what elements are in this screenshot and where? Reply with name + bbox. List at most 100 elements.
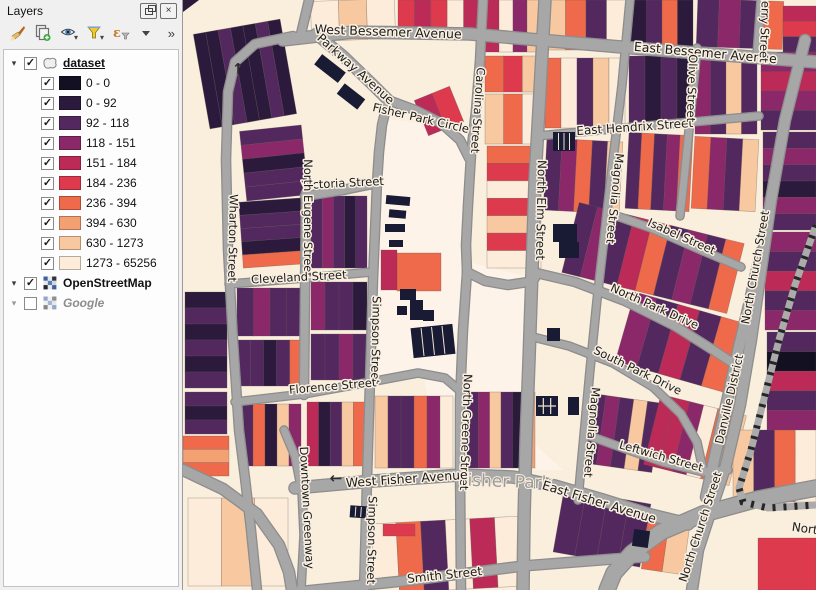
parcel [489,391,502,469]
filter-legend-button[interactable]: ▾ [86,24,104,42]
parcel [741,57,758,135]
layer-tree[interactable]: ▾ ✓ dataset ✓ 0 - 0 ✓ 0 - 92 ✓ 92 - 118 ✓ 118 - 15… [3,49,179,587]
parcel [352,281,368,331]
layers-toolbar: ▾ ▾ ε » [0,20,182,48]
class-checkbox[interactable]: ✓ [41,256,54,270]
class-label: 0 - 92 [86,96,117,110]
parcel [264,403,278,467]
parcel [249,339,264,387]
options-caret-button[interactable] [138,24,156,42]
legend-class-row[interactable]: ✓ 92 - 118 [4,113,178,133]
class-checkbox[interactable]: ✓ [41,116,54,130]
class-color-swatch[interactable] [59,116,81,130]
parcel-block [374,395,454,469]
legend-class-row[interactable]: ✓ 394 - 630 [4,213,178,233]
class-checkbox[interactable]: ✓ [41,136,54,150]
parcel [276,339,291,387]
legend-class-row[interactable]: ✓ 630 - 1273 [4,233,178,253]
building [547,328,560,341]
class-label: 151 - 184 [86,156,137,170]
dropdown-caret-icon: ▾ [100,33,105,42]
parcel [324,281,340,331]
class-color-swatch[interactable] [59,96,81,110]
class-color-swatch[interactable] [59,216,81,230]
parcel-block [544,57,626,129]
class-label: 0 - 0 [86,76,111,90]
add-group-button[interactable] [34,24,52,42]
filter-by-expression-button[interactable]: ε [112,24,130,42]
parcel [628,55,646,129]
parcel-block [310,195,368,269]
legend-class-row[interactable]: ✓ 1273 - 65256 [4,253,178,273]
parcel [439,395,454,469]
class-checkbox[interactable]: ✓ [41,236,54,250]
legend-class-row[interactable]: ✓ 0 - 92 [4,93,178,113]
parcel [338,281,354,331]
parcel-block [236,339,304,387]
legend-class-row[interactable]: ✓ 151 - 184 [4,153,178,173]
parcel-block [484,55,542,93]
manage-map-themes-button[interactable]: ▾ [60,24,78,42]
parcel [321,195,334,269]
layers-panel: Layers × ▾ ▾ ε » ▾ ✓ dataset ✓ 0 - 0 ✓ 0 - 92 ✓ 92 … [0,0,183,590]
legend-class-row[interactable]: ✓ 236 - 394 [4,193,178,213]
map-canvas[interactable]: Fisher ParkWest Bessemer AvenueEast Bess… [183,0,816,590]
building [397,306,407,315]
building [568,397,579,415]
class-color-swatch[interactable] [59,136,81,150]
layer-row-openstreetmap[interactable]: ▾ ✓ OpenStreetMap [4,273,178,293]
parcel-block [310,281,368,331]
street-label-north-elm-street-11: North Elm Street [533,160,549,261]
parcel [341,401,354,467]
parcel [253,287,271,337]
expand-collapse-icon[interactable]: ▾ [9,58,19,69]
class-color-swatch[interactable] [59,176,81,190]
close-panel-button[interactable]: × [160,3,177,19]
class-checkbox[interactable]: ✓ [41,176,54,190]
layer-name[interactable]: Google [63,296,104,310]
layer-checkbox-openstreetmap[interactable]: ✓ [24,276,37,290]
parcel [184,419,228,435]
svg-text:ε: ε [113,26,121,41]
legend-class-row[interactable]: ✓ 184 - 236 [4,173,178,193]
layer-checkbox-google[interactable] [24,296,37,310]
parcel [576,57,594,129]
layer-name[interactable]: OpenStreetMap [63,276,152,290]
class-color-swatch[interactable] [59,256,81,270]
restore-icon [144,4,156,15]
class-color-swatch[interactable] [59,236,81,250]
parcel [766,410,816,431]
class-checkbox[interactable]: ✓ [41,216,54,230]
street-label-simpson-street-22: Simpson Street [364,496,380,585]
parcel [396,252,442,292]
expand-collapse-icon[interactable]: ▾ [9,298,19,309]
class-checkbox[interactable]: ✓ [41,76,54,90]
parcel [187,497,222,587]
qgis-window: Layers × ▾ ▾ ε » ▾ ✓ dataset ✓ 0 - 0 ✓ 0 - 92 ✓ 92 … [0,0,816,590]
legend-class-row[interactable]: ✓ 118 - 151 [4,133,178,153]
layer-styling-button[interactable] [8,24,26,42]
parcel-block [310,333,368,381]
parcel [310,333,326,381]
class-color-swatch[interactable] [59,156,81,170]
parcel [484,93,504,145]
class-checkbox[interactable]: ✓ [41,156,54,170]
expand-collapse-icon[interactable]: ▾ [9,278,19,289]
class-color-swatch[interactable] [59,76,81,90]
parcel-block [306,401,366,467]
class-checkbox[interactable]: ✓ [41,96,54,110]
parcel-block [396,252,442,292]
layer-checkbox-dataset[interactable]: ✓ [24,56,37,70]
class-checkbox[interactable]: ✓ [41,196,54,210]
layer-row-dataset[interactable]: ▾ ✓ dataset [4,53,178,73]
class-color-swatch[interactable] [59,196,81,210]
legend-class-row[interactable]: ✓ 0 - 0 [4,73,178,93]
parcel [269,287,287,337]
layer-name[interactable]: dataset [63,56,105,70]
class-label: 630 - 1273 [86,236,144,250]
float-panel-button[interactable] [140,3,157,19]
parcel-block [382,523,416,537]
layer-row-google[interactable]: ▾ Google [4,293,178,313]
parcel [695,0,720,48]
toolbar-overflow-button[interactable]: » [168,26,176,41]
